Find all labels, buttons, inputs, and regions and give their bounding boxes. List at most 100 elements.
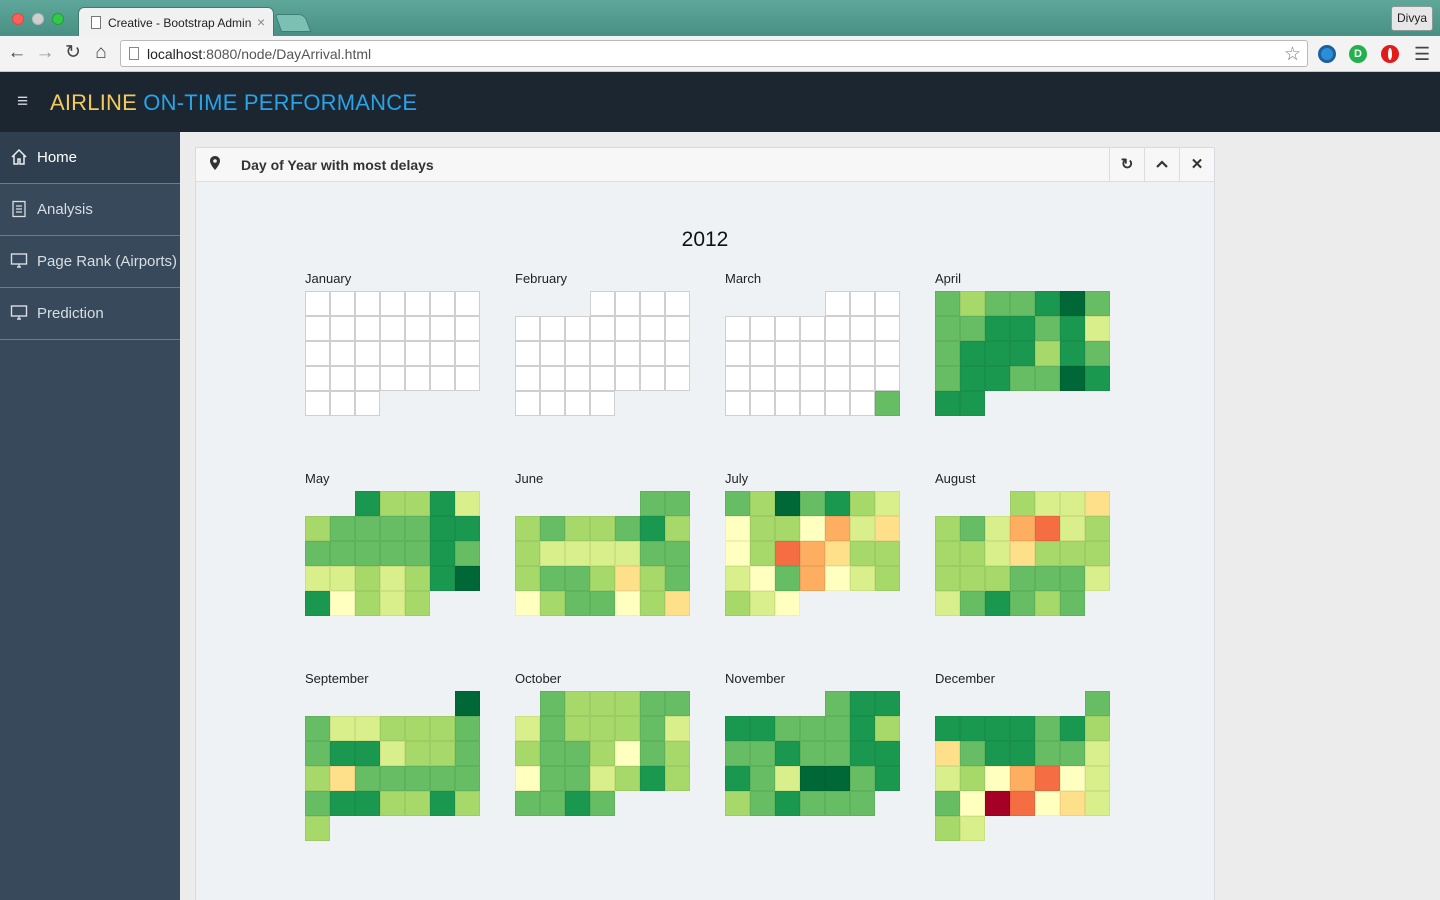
- day-cell[interactable]: [725, 716, 750, 741]
- day-cell[interactable]: [640, 766, 665, 791]
- day-cell[interactable]: [800, 366, 825, 391]
- day-cell[interactable]: [590, 541, 615, 566]
- day-cell[interactable]: [640, 566, 665, 591]
- day-cell[interactable]: [1035, 316, 1060, 341]
- day-cell[interactable]: [1010, 316, 1035, 341]
- day-cell[interactable]: [640, 341, 665, 366]
- day-cell[interactable]: [1060, 766, 1085, 791]
- day-cell[interactable]: [935, 741, 960, 766]
- day-cell[interactable]: [825, 291, 850, 316]
- day-cell[interactable]: [615, 766, 640, 791]
- day-cell[interactable]: [355, 766, 380, 791]
- day-cell[interactable]: [1060, 291, 1085, 316]
- day-cell[interactable]: [515, 391, 540, 416]
- day-cell[interactable]: [985, 366, 1010, 391]
- browser-tab[interactable]: Creative - Bootstrap Admin ×: [78, 7, 274, 36]
- day-cell[interactable]: [330, 741, 355, 766]
- day-cell[interactable]: [305, 391, 330, 416]
- day-cell[interactable]: [1035, 716, 1060, 741]
- day-cell[interactable]: [330, 766, 355, 791]
- day-cell[interactable]: [380, 766, 405, 791]
- day-cell[interactable]: [935, 716, 960, 741]
- day-cell[interactable]: [590, 716, 615, 741]
- day-cell[interactable]: [850, 341, 875, 366]
- day-cell[interactable]: [380, 516, 405, 541]
- day-cell[interactable]: [800, 716, 825, 741]
- day-cell[interactable]: [875, 366, 900, 391]
- day-cell[interactable]: [800, 566, 825, 591]
- day-cell[interactable]: [1035, 516, 1060, 541]
- day-cell[interactable]: [355, 366, 380, 391]
- day-cell[interactable]: [775, 541, 800, 566]
- day-cell[interactable]: [1085, 316, 1110, 341]
- day-cell[interactable]: [405, 516, 430, 541]
- day-cell[interactable]: [515, 741, 540, 766]
- day-cell[interactable]: [515, 791, 540, 816]
- day-cell[interactable]: [750, 541, 775, 566]
- day-cell[interactable]: [565, 691, 590, 716]
- day-cell[interactable]: [590, 316, 615, 341]
- day-cell[interactable]: [1060, 716, 1085, 741]
- day-cell[interactable]: [380, 541, 405, 566]
- day-cell[interactable]: [825, 566, 850, 591]
- day-cell[interactable]: [330, 541, 355, 566]
- url-text[interactable]: localhost:8080/node/DayArrival.html: [147, 46, 371, 62]
- day-cell[interactable]: [1085, 741, 1110, 766]
- sidebar-item-page-rank[interactable]: Page Rank (Airports): [0, 236, 180, 288]
- day-cell[interactable]: [750, 341, 775, 366]
- day-cell[interactable]: [615, 366, 640, 391]
- day-cell[interactable]: [1035, 541, 1060, 566]
- day-cell[interactable]: [665, 541, 690, 566]
- day-cell[interactable]: [935, 541, 960, 566]
- day-cell[interactable]: [380, 366, 405, 391]
- day-cell[interactable]: [775, 591, 800, 616]
- day-cell[interactable]: [380, 741, 405, 766]
- day-cell[interactable]: [305, 741, 330, 766]
- close-window-button[interactable]: [12, 13, 24, 25]
- day-cell[interactable]: [330, 791, 355, 816]
- day-cell[interactable]: [1085, 341, 1110, 366]
- day-cell[interactable]: [1035, 741, 1060, 766]
- day-cell[interactable]: [615, 541, 640, 566]
- day-cell[interactable]: [305, 766, 330, 791]
- day-cell[interactable]: [875, 766, 900, 791]
- day-cell[interactable]: [1085, 491, 1110, 516]
- day-cell[interactable]: [1060, 566, 1085, 591]
- day-cell[interactable]: [775, 366, 800, 391]
- address-bar[interactable]: localhost:8080/node/DayArrival.html ☆: [120, 40, 1308, 67]
- day-cell[interactable]: [380, 591, 405, 616]
- day-cell[interactable]: [455, 366, 480, 391]
- day-cell[interactable]: [405, 766, 430, 791]
- day-cell[interactable]: [665, 741, 690, 766]
- day-cell[interactable]: [615, 341, 640, 366]
- day-cell[interactable]: [800, 516, 825, 541]
- day-cell[interactable]: [615, 691, 640, 716]
- day-cell[interactable]: [665, 341, 690, 366]
- day-cell[interactable]: [405, 741, 430, 766]
- day-cell[interactable]: [1085, 541, 1110, 566]
- day-cell[interactable]: [850, 491, 875, 516]
- day-cell[interactable]: [825, 766, 850, 791]
- day-cell[interactable]: [540, 766, 565, 791]
- day-cell[interactable]: [960, 341, 985, 366]
- day-cell[interactable]: [725, 791, 750, 816]
- day-cell[interactable]: [430, 516, 455, 541]
- day-cell[interactable]: [1010, 366, 1035, 391]
- day-cell[interactable]: [800, 391, 825, 416]
- day-cell[interactable]: [1060, 791, 1085, 816]
- day-cell[interactable]: [875, 716, 900, 741]
- day-cell[interactable]: [825, 691, 850, 716]
- day-cell[interactable]: [750, 491, 775, 516]
- refresh-icon[interactable]: ↻: [1109, 148, 1144, 182]
- day-cell[interactable]: [305, 516, 330, 541]
- day-cell[interactable]: [960, 716, 985, 741]
- day-cell[interactable]: [540, 541, 565, 566]
- sidebar-item-analysis[interactable]: Analysis: [0, 184, 180, 236]
- day-cell[interactable]: [935, 316, 960, 341]
- day-cell[interactable]: [1010, 591, 1035, 616]
- day-cell[interactable]: [775, 316, 800, 341]
- day-cell[interactable]: [665, 516, 690, 541]
- day-cell[interactable]: [455, 691, 480, 716]
- day-cell[interactable]: [985, 766, 1010, 791]
- day-cell[interactable]: [750, 366, 775, 391]
